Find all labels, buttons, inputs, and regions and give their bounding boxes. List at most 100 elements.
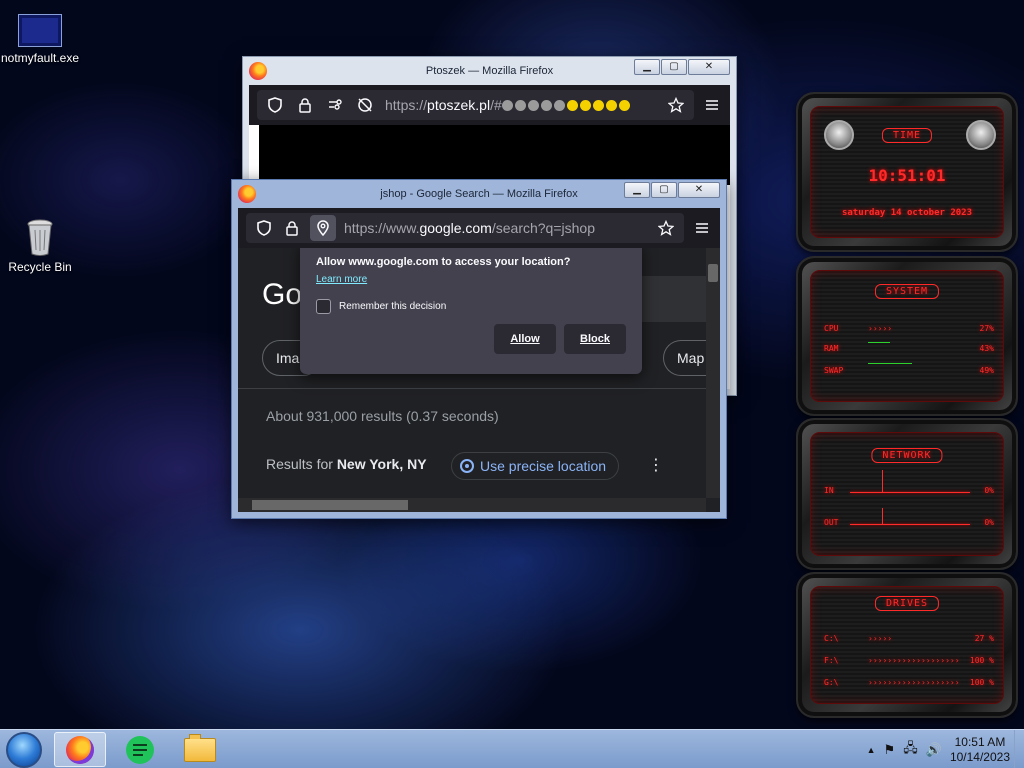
alien-logo-icon <box>966 120 996 150</box>
notes-app-icon <box>126 735 154 764</box>
gadget-title: TIME <box>881 128 933 143</box>
recycle-bin-icon <box>26 218 54 256</box>
divider <box>238 388 720 389</box>
google-logo[interactable]: Go <box>262 278 302 312</box>
taskbar-firefox[interactable] <box>54 732 106 767</box>
desktop-icon-notmyfault[interactable]: notmyfault.exe <box>0 14 80 65</box>
location-permission-popup[interactable]: Allow www.google.com to access your loca… <box>300 248 642 374</box>
scrollbar-thumb[interactable] <box>708 264 718 282</box>
tray-expand-icon[interactable]: ▲ <box>867 745 876 755</box>
window-titlebar[interactable]: jshop - Google Search — Mozilla Firefox … <box>232 180 726 208</box>
url-dot <box>618 100 630 111</box>
url-dot <box>540 100 552 111</box>
alien-logo-icon <box>824 120 854 150</box>
maximize-button[interactable]: ▢ <box>651 182 677 198</box>
more-options-icon[interactable]: ⋮ <box>648 458 664 474</box>
gadget-system[interactable]: SYSTEM CPU ››››› 27% RAM 43% SWAP 49% <box>796 256 1018 416</box>
network-icon[interactable]: 🖧 <box>903 739 918 761</box>
network-out-graph <box>850 524 970 525</box>
window-title: jshop - Google Search — Mozilla Firefox <box>380 188 578 200</box>
window-titlebar[interactable]: Ptoszek — Mozilla Firefox ▁ ▢ ✕ <box>243 57 736 85</box>
action-center-flag-icon[interactable]: ⚑ <box>884 742 896 758</box>
taskbar-file-explorer[interactable] <box>174 732 226 767</box>
minimize-button[interactable]: ▁ <box>624 182 650 198</box>
url-dot <box>553 100 565 111</box>
network-in-graph <box>850 492 970 493</box>
start-button[interactable] <box>6 732 42 768</box>
folder-icon <box>184 733 216 762</box>
gadget-network[interactable]: NETWORK IN 0% OUT 0% <box>796 418 1018 570</box>
url-dot <box>501 100 513 111</box>
results-location: Results for New York, NY <box>266 456 427 472</box>
network-in-spike <box>882 470 883 492</box>
bookmark-star-icon[interactable] <box>666 95 686 115</box>
firefox-icon <box>249 62 267 80</box>
volume-icon[interactable]: 🔊 <box>926 742 942 758</box>
swap-graph <box>868 363 912 364</box>
network-row-out: OUT 0% <box>824 518 994 527</box>
desktop-icon-recycle-bin[interactable]: Recycle Bin <box>0 218 80 274</box>
use-precise-location-button[interactable]: Use precise location <box>451 452 620 480</box>
bookmark-star-icon[interactable] <box>656 218 676 238</box>
desktop-icon-label: Recycle Bin <box>8 260 72 274</box>
gadget-title: NETWORK <box>871 448 943 463</box>
scrollbar-thumb[interactable] <box>252 500 408 510</box>
network-out-spike <box>882 508 883 524</box>
permissions-icon[interactable] <box>325 95 345 115</box>
system-tray: ▲ ⚑ 🖧 🔊 10:51 AM 10/14/2023 <box>867 730 1024 768</box>
url-bar[interactable]: https://ptoszek.pl/# <box>257 90 694 120</box>
window-title: Ptoszek — Mozilla Firefox <box>425 65 554 77</box>
location-pin-icon[interactable] <box>310 215 336 241</box>
menu-icon[interactable] <box>702 95 722 115</box>
url-dots <box>501 97 632 113</box>
remember-decision[interactable]: Remember this decision <box>316 299 626 314</box>
drive-row-g: G:\ ››››››››››››››››››› 100 % <box>824 678 994 687</box>
url-dot <box>579 100 591 111</box>
show-desktop-button[interactable] <box>1014 730 1024 768</box>
url-dot <box>605 100 617 111</box>
gadget-date: saturday 14 october 2023 <box>841 208 973 218</box>
url-dot <box>566 100 578 111</box>
menu-icon[interactable] <box>692 218 712 238</box>
permission-message: Allow www.google.com to access your loca… <box>316 256 571 268</box>
url-dot <box>527 100 539 111</box>
system-row-swap: SWAP 49% <box>824 366 994 375</box>
drive-row-f: F:\ ››››››››››››››››››› 100 % <box>824 656 994 665</box>
block-button[interactable]: Block <box>564 324 626 354</box>
close-button[interactable]: ✕ <box>688 59 730 75</box>
application-icon <box>18 14 62 47</box>
drive-row-c: C:\ ››››› 27 % <box>824 634 994 643</box>
lock-icon[interactable] <box>282 218 302 238</box>
maximize-button[interactable]: ▢ <box>661 59 687 75</box>
minimize-button[interactable]: ▁ <box>634 59 660 75</box>
remember-label: Remember this decision <box>339 301 447 312</box>
remember-checkbox[interactable] <box>316 299 331 314</box>
gadget-title: DRIVES <box>874 596 940 611</box>
taskbar-clock[interactable]: 10:51 AM 10/14/2023 <box>950 735 1010 765</box>
ram-graph <box>868 342 890 343</box>
allow-button[interactable]: Allow <box>494 324 556 354</box>
shield-icon[interactable] <box>254 218 274 238</box>
location-blocked-icon[interactable] <box>355 95 375 115</box>
results-stats: About 931,000 results (0.37 seconds) <box>266 408 499 424</box>
shield-icon[interactable] <box>265 95 285 115</box>
vertical-scrollbar[interactable] <box>706 248 720 498</box>
system-row-cpu: CPU ››››› 27% <box>824 324 994 333</box>
url-text[interactable]: https://ptoszek.pl/# <box>385 97 632 113</box>
url-bar[interactable]: https://www.google.com/search?q=jshop <box>246 213 684 243</box>
browser-window-google[interactable]: jshop - Google Search — Mozilla Firefox … <box>231 179 727 519</box>
page-content[interactable]: Go Imag Map About 931,000 results (0.37 … <box>238 248 720 512</box>
gadget-time[interactable]: TIME 10:51:01 saturday 14 october 2023 <box>796 92 1018 252</box>
url-dot <box>592 100 604 111</box>
taskbar-notes[interactable] <box>114 732 166 767</box>
firefox-icon <box>238 185 256 203</box>
target-location-icon <box>460 459 474 473</box>
url-text[interactable]: https://www.google.com/search?q=jshop <box>344 220 595 236</box>
horizontal-scrollbar[interactable] <box>238 498 706 512</box>
lock-icon[interactable] <box>295 95 315 115</box>
gadget-drives[interactable]: DRIVES C:\ ››››› 27 % F:\ ›››››››››››››››››… <box>796 572 1018 718</box>
taskbar: ▲ ⚑ 🖧 🔊 10:51 AM 10/14/2023 <box>0 729 1024 768</box>
close-button[interactable]: ✕ <box>678 182 720 198</box>
url-dot <box>514 100 526 111</box>
learn-more-link[interactable]: Learn more <box>316 274 367 285</box>
